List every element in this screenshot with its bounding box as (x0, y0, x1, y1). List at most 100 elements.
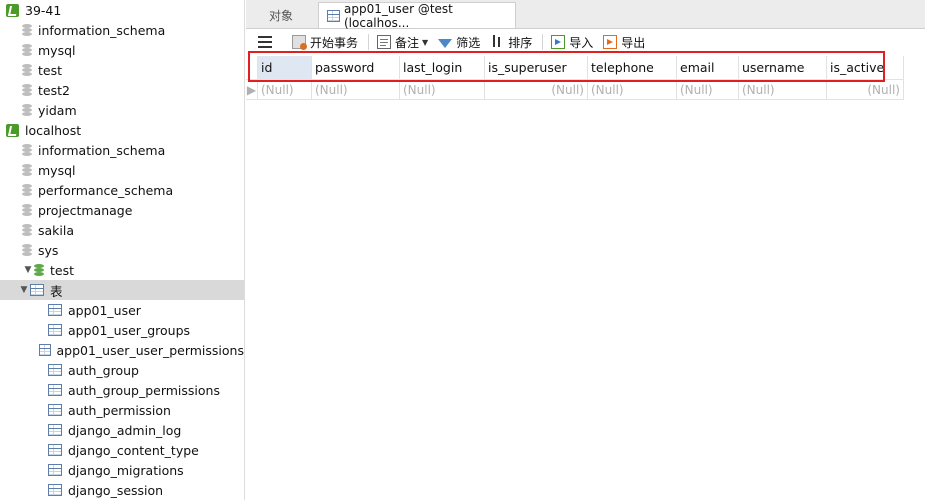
database-icon-layer (22, 87, 32, 92)
import-label: 导入 (569, 35, 594, 50)
database-icon (22, 223, 32, 237)
import-button[interactable]: 导入 (551, 34, 593, 51)
database-icon-layer (22, 51, 32, 56)
database-icon-layer (22, 203, 32, 208)
tree-item-database[interactable]: projectmanage (0, 200, 244, 220)
export-button[interactable]: 导出 (603, 34, 645, 51)
tree-item-table[interactable]: django_session (0, 480, 244, 500)
begin-transaction-button[interactable]: 开始事务 (292, 34, 358, 51)
database-icon-layer (22, 227, 32, 232)
tree-item-table[interactable]: app01_user (0, 300, 244, 320)
column-header-telephone[interactable]: telephone (588, 56, 677, 80)
begin-transaction-label: 开始事务 (310, 35, 359, 50)
table-icon (48, 444, 62, 456)
menu-icon[interactable] (258, 36, 272, 48)
column-header-email[interactable]: email (677, 56, 739, 80)
table-icon (48, 424, 62, 436)
import-icon (551, 35, 566, 49)
toolbar-separator (542, 34, 544, 50)
table-icon (48, 404, 62, 416)
table-cell[interactable]: (Null) (739, 80, 827, 100)
tree-item-connection[interactable]: localhost (0, 120, 244, 140)
memo-button[interactable]: 备注 ▼ (377, 34, 428, 51)
tree-item-label: django_admin_log (68, 422, 182, 438)
table-icon (48, 304, 62, 316)
sort-label: 排序 (508, 35, 533, 50)
table-cell[interactable]: (Null) (312, 80, 400, 100)
grid-header: id password last_login is_superuser telephon… (246, 56, 904, 80)
column-header-is_active[interactable]: is_active (827, 56, 904, 80)
tree-item-database[interactable]: sakila (0, 220, 244, 240)
tab-objects[interactable]: 对象 (246, 2, 316, 28)
tree-item-table[interactable]: auth_permission (0, 400, 244, 420)
tree-item-table[interactable]: auth_group (0, 360, 244, 380)
tree-item-table[interactable]: auth_group_permissions (0, 380, 244, 400)
tree-item-table[interactable]: app01_user_groups (0, 320, 244, 340)
tab-app01-user[interactable]: app01_user @test (localhos... (318, 2, 516, 30)
database-icon-layer (22, 151, 32, 156)
tree-item-table[interactable]: django_migrations (0, 460, 244, 480)
table-cell[interactable]: (Null) (677, 80, 739, 100)
tree-item-database[interactable]: performance_schema (0, 180, 244, 200)
column-header-username[interactable]: username (739, 56, 827, 80)
tree-item-database[interactable]: test2 (0, 80, 244, 100)
database-icon-layer (22, 231, 32, 236)
database-icon-layer (22, 187, 32, 192)
table-row[interactable]: ▶ (Null) (Null) (Null) (Null) (Null) (Null) (Nu… (246, 80, 904, 100)
tree-item-folder-tables[interactable]: ▼ 表 (0, 280, 244, 300)
toolbar-separator (368, 34, 370, 50)
database-icon-layer (22, 31, 32, 36)
table-cell[interactable]: (Null) (400, 80, 485, 100)
tree-item-label: localhost (25, 122, 82, 138)
database-icon-layer (22, 247, 32, 252)
tree-item-label: django_content_type (68, 442, 199, 458)
table-cell[interactable]: (Null) (588, 80, 677, 100)
chevron-down-icon[interactable]: ▼ (22, 265, 34, 275)
tree-item-database[interactable]: mysql (0, 160, 244, 180)
tree-item-label: django_session (68, 482, 164, 498)
tree-item-label: information_schema (38, 142, 166, 158)
tree-item-database-open[interactable]: ▼ test (0, 260, 244, 280)
table-cell[interactable]: (Null) (827, 80, 904, 100)
column-header-password[interactable]: password (312, 56, 400, 80)
tree-item-database[interactable]: information_schema (0, 140, 244, 160)
tree-item-connection[interactable]: 39-41 (0, 0, 244, 20)
filter-button[interactable]: 筛选 (438, 34, 480, 51)
database-icon (22, 63, 32, 77)
database-icon-layer (22, 111, 32, 116)
tree-item-label: auth_group (68, 362, 139, 378)
chevron-down-icon[interactable]: ▼ (18, 285, 30, 295)
table-cell[interactable]: (Null) (485, 80, 588, 100)
chevron-down-icon[interactable]: ▼ (422, 38, 428, 47)
tree-item-table[interactable]: django_content_type (0, 440, 244, 460)
database-icon (22, 23, 32, 37)
tree-item-label: django_migrations (68, 462, 184, 478)
tree-item-database[interactable]: information_schema (0, 20, 244, 40)
table-icon (48, 464, 62, 476)
table-icon (48, 384, 62, 396)
transaction-icon (292, 35, 307, 50)
tree-item-database[interactable]: yidam (0, 100, 244, 120)
database-icon-layer (22, 147, 32, 152)
database-icon-layer (22, 71, 32, 76)
database-icon (22, 243, 32, 257)
database-icon-layer (22, 207, 32, 212)
sort-button[interactable]: 排序 (490, 34, 532, 51)
database-icon-layer (22, 63, 32, 68)
tree-item-label: app01_user (68, 302, 141, 318)
table-cell[interactable]: (Null) (258, 80, 312, 100)
tree-item-table[interactable]: app01_user_user_permissions (0, 340, 244, 360)
database-icon-layer (22, 211, 32, 216)
column-header-is_superuser[interactable]: is_superuser (485, 56, 588, 80)
column-header-last_login[interactable]: last_login (400, 56, 485, 80)
data-grid: id password last_login is_superuser telephon… (246, 56, 925, 500)
column-header-id[interactable]: id (258, 56, 312, 80)
tree-item-database[interactable]: sys (0, 240, 244, 260)
tree-item-label: mysql (38, 42, 76, 58)
database-icon (22, 103, 32, 117)
database-icon-layer (22, 183, 32, 188)
tree-item-table[interactable]: django_admin_log (0, 420, 244, 440)
tree-item-database[interactable]: test (0, 60, 244, 80)
export-label: 导出 (621, 35, 646, 50)
tree-item-database[interactable]: mysql (0, 40, 244, 60)
